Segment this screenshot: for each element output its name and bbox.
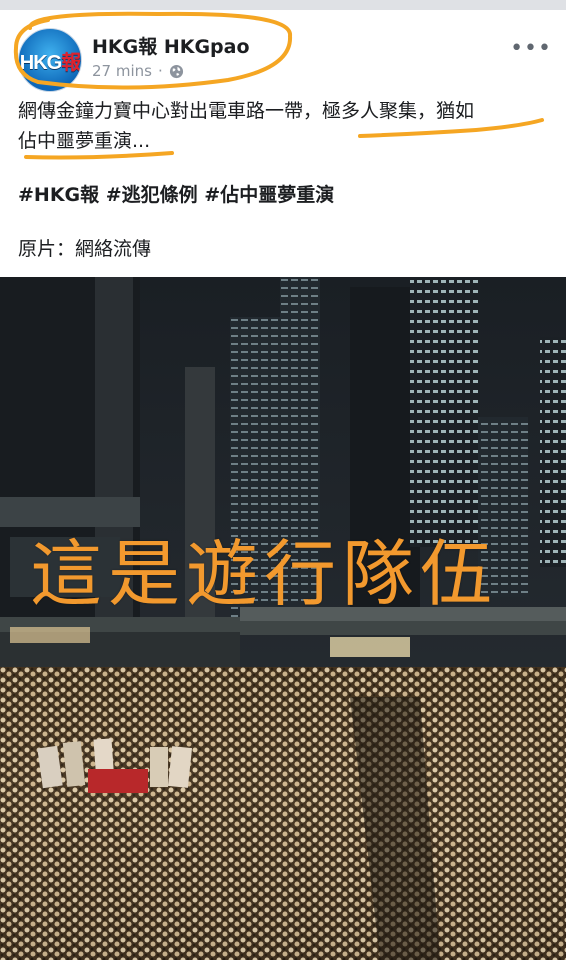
post-meta: 27 mins · (92, 62, 184, 80)
globe-icon (169, 64, 183, 78)
meta-separator: · (157, 62, 163, 80)
page-name[interactable]: HKG報 HKGpao (92, 32, 250, 59)
post-header: HKG報 HKG報 HKGpao 27 mins · ••• (0, 10, 566, 94)
post-body-line-1: 網傳金鐘力寶中心對出電車路一帶，極多人聚集，猶如 (18, 100, 475, 122)
post-timestamp[interactable]: 27 mins (92, 62, 152, 80)
post-hashtags[interactable]: #HKG報 #逃犯條例 #佔中噩夢重演 (18, 180, 334, 207)
post-body-line-2: 佔中噩夢重演... (18, 130, 151, 152)
top-bar (0, 0, 566, 10)
more-options-icon[interactable]: ••• (510, 36, 552, 61)
page-avatar[interactable]: HKG報 (18, 28, 82, 92)
post-body: 網傳金鐘力寶中心對出電車路一帶，極多人聚集，猶如 佔中噩夢重演... (18, 96, 548, 156)
avatar-logo: HKG報 (19, 51, 81, 74)
photo-overlay-caption: 這是遊行隊伍 (30, 532, 499, 616)
post-source: 原片：網絡流傳 (18, 238, 152, 260)
